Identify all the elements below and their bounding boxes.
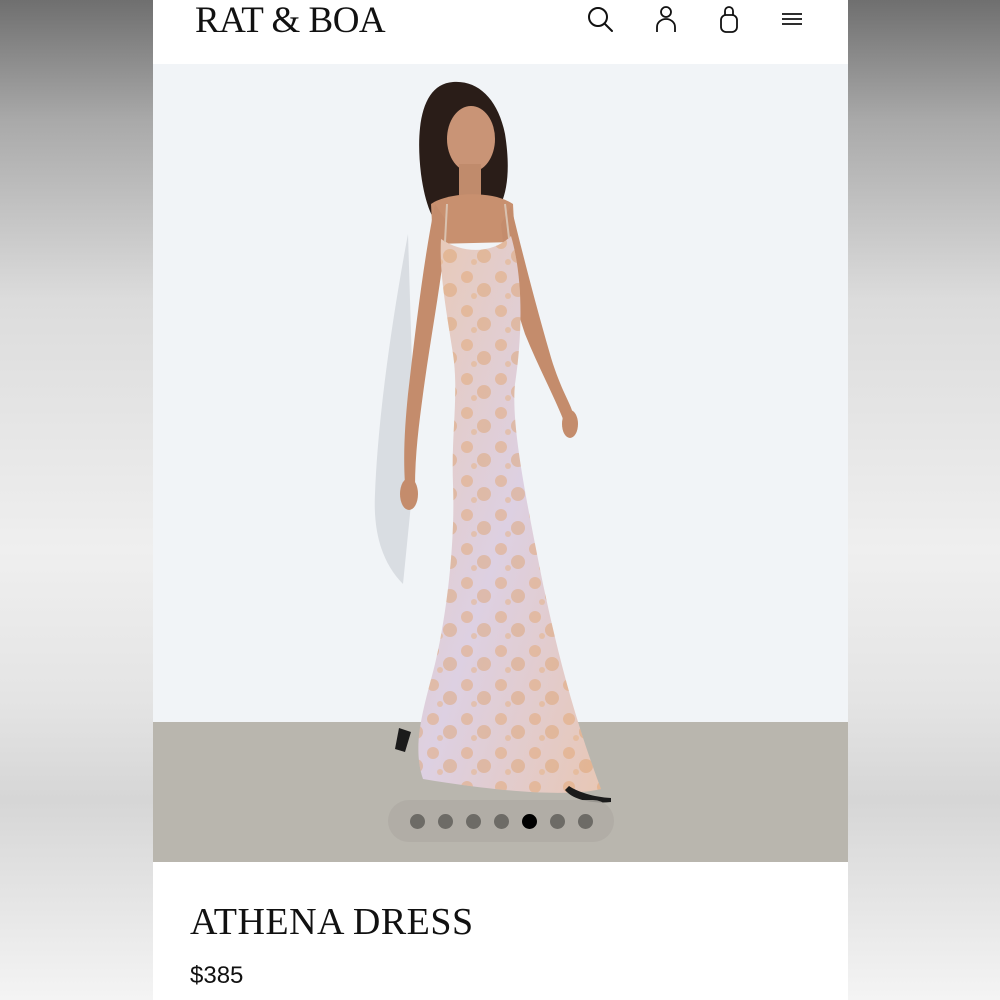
- product-price: $385: [190, 962, 244, 989]
- account-icon: [656, 6, 676, 32]
- product-title: ATHENA DRESS: [190, 901, 474, 943]
- product-photo: [374, 81, 611, 803]
- gallery-dot[interactable]: [493, 813, 509, 829]
- brand-logo[interactable]: RAT & BOA: [195, 1, 386, 41]
- gallery-dot[interactable]: [409, 813, 425, 829]
- gallery-dot[interactable]: [437, 813, 453, 829]
- menu-icon: [782, 13, 802, 25]
- gallery-dot[interactable]: [577, 813, 593, 829]
- gallery-pagination: [388, 800, 614, 842]
- site-header: RAT & BOA: [153, 0, 848, 64]
- shopping-bag-button[interactable]: [714, 4, 744, 34]
- product-page: RAT & BOA ATHENA DRESS $385: [153, 0, 848, 1000]
- gallery-dot-active[interactable]: [521, 813, 537, 829]
- gallery-dot[interactable]: [549, 813, 565, 829]
- menu-button[interactable]: [777, 4, 807, 34]
- gallery-dot[interactable]: [465, 813, 481, 829]
- search-button[interactable]: [585, 4, 615, 34]
- product-image-gallery[interactable]: [153, 64, 848, 862]
- shopping-bag-icon: [720, 6, 738, 33]
- account-button[interactable]: [651, 4, 681, 34]
- search-icon: [588, 7, 613, 32]
